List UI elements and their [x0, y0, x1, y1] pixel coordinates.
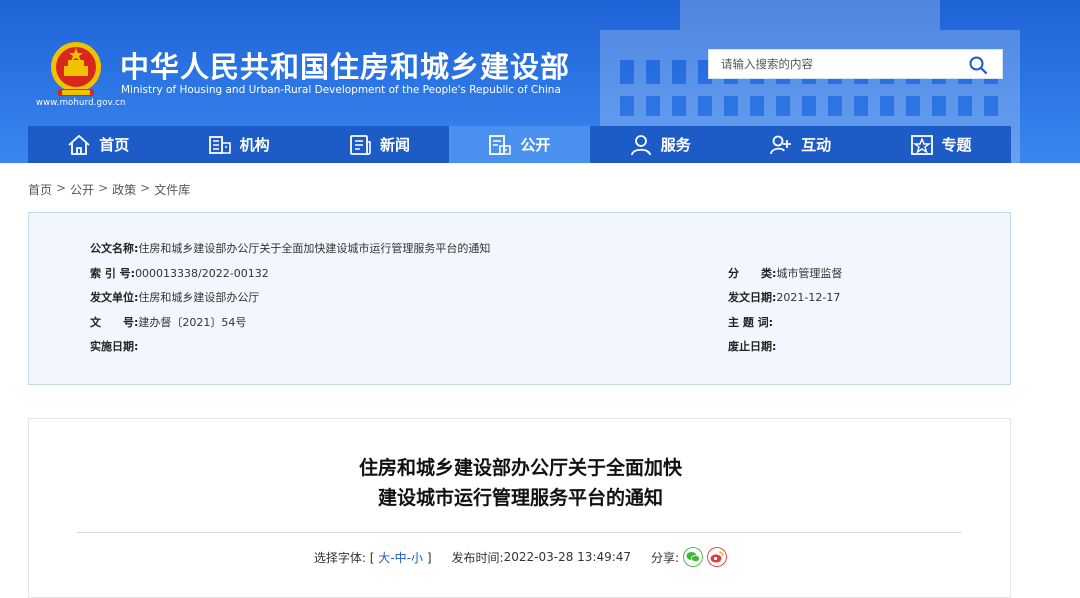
- nav-item-home[interactable]: 首页: [28, 126, 168, 163]
- breadcrumb: 首页 > 公开 > 政策 > 文件库: [28, 181, 190, 198]
- font-size-label: 选择字体:: [313, 550, 366, 565]
- nav-label: 专题: [941, 136, 972, 154]
- info-row-doc-no: 文 号:建办督〔2021〕54号: [90, 314, 246, 330]
- info-label: 公文名称:: [90, 242, 139, 255]
- nav-label: 互动: [801, 136, 832, 154]
- weibo-share-icon[interactable]: [707, 547, 728, 567]
- nav-item-news[interactable]: 新闻: [309, 126, 449, 163]
- info-row-repeal-date: 废止日期:: [728, 338, 776, 354]
- info-row-category: 分 类:城市管理监督: [728, 265, 842, 281]
- breadcrumb-library[interactable]: 文件库: [154, 181, 190, 198]
- share-label: 分享:: [651, 550, 680, 565]
- info-row-issue-date: 发文日期:2021-12-17: [728, 289, 840, 305]
- article-title-line: 建设城市运行管理服务平台的通知: [377, 487, 663, 509]
- info-label: 主 题 词:: [728, 316, 774, 329]
- info-value: 建办督〔2021〕54号: [138, 316, 247, 329]
- info-label: 废止日期:: [728, 340, 777, 353]
- nav-label: 首页: [99, 136, 130, 154]
- nav-item-interaction[interactable]: 互动: [730, 126, 870, 163]
- info-label: 分 类:: [728, 267, 777, 280]
- wechat-share-icon[interactable]: [683, 547, 704, 567]
- bracket: ]: [426, 550, 432, 565]
- font-large-link[interactable]: 大: [378, 551, 390, 565]
- nav-label: 服务: [660, 136, 691, 154]
- search-input[interactable]: [709, 50, 959, 78]
- service-icon: [630, 134, 651, 155]
- article-title: 住房和城乡建设部办公厅关于全面加快 建设城市运行管理服务平台的通知: [29, 453, 1012, 513]
- info-value: 住房和城乡建设部办公厅: [138, 291, 260, 304]
- info-label: 文 号:: [90, 316, 139, 329]
- info-row-issuer: 发文单位:住房和城乡建设部办公厅: [90, 289, 259, 305]
- breadcrumb-separator: >: [56, 181, 67, 195]
- info-value: 住房和城乡建设部办公厅关于全面加快建设城市运行管理服务平台的通知: [138, 242, 491, 255]
- news-icon: [350, 134, 371, 155]
- breadcrumb-home[interactable]: 首页: [28, 181, 52, 198]
- home-icon: [68, 134, 90, 155]
- info-row-index: 索 引 号:000013338/2022-00132: [90, 265, 269, 281]
- nav-label: 新闻: [379, 136, 410, 154]
- breadcrumb-disclosure[interactable]: 公开: [70, 181, 94, 198]
- search-icon[interactable]: [968, 55, 988, 75]
- search-box: [708, 49, 1003, 79]
- title-divider: [77, 532, 962, 533]
- publish-label: 发布时间:: [451, 550, 504, 565]
- nav-item-organization[interactable]: 机构: [168, 126, 308, 163]
- bracket: [: [369, 550, 375, 565]
- info-label: 实施日期:: [90, 340, 139, 353]
- breadcrumb-separator: >: [98, 181, 109, 195]
- info-label: 发文单位:: [90, 291, 139, 304]
- info-value: 000013338/2022-00132: [135, 267, 269, 280]
- topic-icon: [910, 134, 933, 155]
- info-value: 2021-12-17: [776, 291, 841, 304]
- disclosure-icon: [489, 134, 512, 155]
- publish-time: 2022-03-28 13:49:47: [503, 550, 632, 564]
- info-row-doc-name: 公文名称:住房和城乡建设部办公厅关于全面加快建设城市运行管理服务平台的通知: [90, 240, 490, 256]
- nav-label: 机构: [239, 136, 270, 154]
- main-nav: 首页 机构 新闻 公开 服务 互动 专题: [28, 126, 1011, 163]
- nav-item-service[interactable]: 服务: [590, 126, 730, 163]
- site-url: www.mohurd.gov.cn: [36, 98, 126, 108]
- site-title[interactable]: 中华人民共和国住房和城乡建设部: [120, 44, 570, 86]
- font-medium-link[interactable]: 中: [395, 551, 407, 565]
- info-label: 索 引 号:: [90, 267, 136, 280]
- breadcrumb-policy[interactable]: 政策: [112, 181, 136, 198]
- national-emblem-icon: [51, 42, 101, 96]
- organization-icon: [208, 135, 231, 154]
- info-row-effective-date: 实施日期:: [90, 338, 138, 354]
- font-size-selector: 选择字体: [ 大-中-小 ]: [314, 549, 432, 566]
- article-title-line: 住房和城乡建设部办公厅关于全面加快: [358, 457, 682, 479]
- document-info-box: 公文名称:住房和城乡建设部办公厅关于全面加快建设城市运行管理服务平台的通知 索 …: [28, 212, 1011, 385]
- article-panel: 住房和城乡建设部办公厅关于全面加快 建设城市运行管理服务平台的通知 选择字体: …: [28, 418, 1011, 598]
- article-meta: 选择字体: [ 大-中-小 ] 发布时间: 2022-03-28 13:49:4…: [29, 547, 1012, 567]
- interaction-icon: [770, 135, 792, 154]
- site-subtitle: Ministry of Housing and Urban-Rural Deve…: [121, 84, 561, 96]
- site-header: www.mohurd.gov.cn 中华人民共和国住房和城乡建设部 Minist…: [0, 0, 1080, 163]
- nav-label: 公开: [520, 136, 551, 154]
- font-small-link[interactable]: 小: [411, 551, 423, 565]
- info-label: 发文日期:: [728, 291, 777, 304]
- info-value: 城市管理监督: [776, 267, 843, 280]
- nav-item-topic[interactable]: 专题: [870, 126, 1010, 163]
- nav-item-disclosure[interactable]: 公开: [449, 126, 590, 163]
- info-row-subject: 主 题 词:: [728, 314, 773, 330]
- breadcrumb-separator: >: [140, 181, 151, 195]
